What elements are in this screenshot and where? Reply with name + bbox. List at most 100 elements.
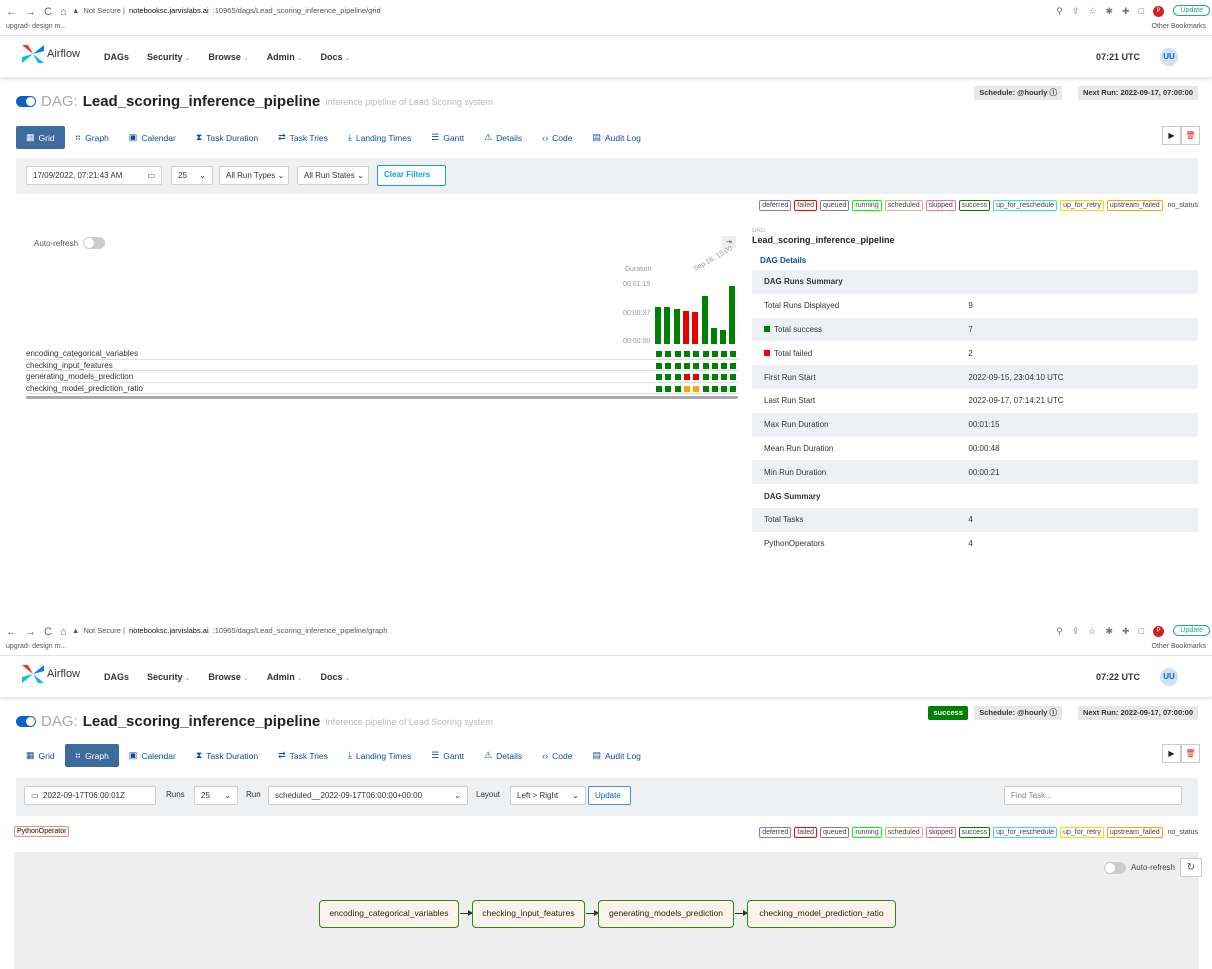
task-node-checking-ratio[interactable]: checking_model_prediction_ratio xyxy=(747,900,896,928)
tab-gantt[interactable]: ☰ Gantt xyxy=(421,126,474,149)
puzzle-icon[interactable]: ✚ xyxy=(1122,6,1130,17)
task-instance-square[interactable] xyxy=(656,374,662,380)
task-instance-square[interactable] xyxy=(693,362,700,369)
forward-icon[interactable]: → xyxy=(25,626,36,638)
run-bar[interactable] xyxy=(682,310,689,344)
task-instance-square[interactable] xyxy=(702,362,709,369)
run-state-select[interactable]: All Run States ⌄ xyxy=(297,166,369,185)
tab-task-tries[interactable]: ⇄ Task Tries xyxy=(268,126,338,149)
info-icon[interactable]: ⓘ xyxy=(1050,88,1058,97)
forward-icon[interactable]: → xyxy=(25,6,36,18)
tab-grid[interactable]: ▦ Grid xyxy=(16,744,65,767)
base-date-input[interactable]: 17/09/2022, 07:21:43 AM ▭ xyxy=(26,166,162,185)
reload-icon[interactable]: C xyxy=(44,626,52,638)
tab-calendar[interactable]: ▣ Calendar xyxy=(119,126,186,149)
menu-docs[interactable]: Docs xyxy=(321,672,351,682)
task-instance-square[interactable] xyxy=(656,351,662,357)
tab-details[interactable]: ⚠ Details xyxy=(474,126,532,149)
user-avatar[interactable]: UU xyxy=(1160,48,1178,66)
address-bar[interactable]: ▲ Not Secure | notebooksc.jarvislabs.ai:1… xyxy=(72,6,381,15)
task-instance-square[interactable] xyxy=(674,374,681,380)
run-bar[interactable] xyxy=(692,311,699,344)
task-node-generating-prediction[interactable]: generating_models_prediction xyxy=(598,900,734,928)
menu-dags[interactable]: DAGs xyxy=(104,52,129,62)
tab-landing-times[interactable]: ⤓ Landing Times xyxy=(338,126,421,149)
reload-icon[interactable]: C xyxy=(44,6,52,18)
auto-refresh-switch[interactable] xyxy=(83,237,106,249)
task-instance-square[interactable] xyxy=(693,351,700,357)
back-icon[interactable]: ← xyxy=(6,6,17,18)
task-instance-square[interactable] xyxy=(711,351,718,357)
menu-admin[interactable]: Admin xyxy=(267,52,303,62)
airflow-logo[interactable]: Airflow xyxy=(22,665,80,683)
trigger-dag-button[interactable]: ▶ xyxy=(1162,744,1181,763)
task-instance-square[interactable] xyxy=(730,385,737,392)
star-icon[interactable]: ☆ xyxy=(1088,6,1096,17)
menu-docs[interactable]: Docs xyxy=(321,52,351,62)
puzzle-icon[interactable]: ✚ xyxy=(1122,626,1130,637)
run-bar[interactable] xyxy=(720,330,727,344)
tab-calendar[interactable]: ▣ Calendar xyxy=(119,744,186,767)
tab-graph[interactable]: ⠶ Graph xyxy=(64,744,119,767)
run-type-select[interactable]: All Run Types ⌄ xyxy=(219,166,289,185)
task-instance-square[interactable] xyxy=(693,374,700,380)
task-instance-square[interactable] xyxy=(683,362,690,369)
update-graph-button[interactable]: Update xyxy=(588,786,631,805)
tab-code[interactable]: ‹› Code xyxy=(532,744,582,767)
run-select[interactable]: scheduled__2022-09-17T06:00:00+00:00 ⌄ xyxy=(268,786,468,805)
task-instance-square[interactable] xyxy=(674,351,681,357)
utc-clock[interactable]: 07:21 UTC xyxy=(1096,52,1140,62)
task-instance-square[interactable] xyxy=(683,385,690,392)
sidebar-icon[interactable]: □ xyxy=(1139,626,1144,637)
task-instance-square[interactable] xyxy=(665,351,672,357)
menu-browse[interactable]: Browse xyxy=(208,52,248,62)
profile-avatar[interactable]: P xyxy=(1153,6,1164,17)
extension-icon[interactable]: ✱ xyxy=(1105,626,1113,637)
bookmark-item[interactable]: upgrad- design m... xyxy=(6,23,66,30)
menu-browse[interactable]: Browse xyxy=(208,672,248,682)
home-icon[interactable]: ⌂ xyxy=(60,626,67,638)
run-bar[interactable] xyxy=(655,306,661,344)
menu-dags[interactable]: DAGs xyxy=(104,672,129,682)
back-icon[interactable]: ← xyxy=(6,626,17,638)
run-bar[interactable] xyxy=(673,309,680,344)
task-instance-square[interactable] xyxy=(711,385,718,392)
zoom-icon[interactable]: ⚲ xyxy=(1056,6,1063,17)
tab-audit-log[interactable]: ▤ Audit Log xyxy=(582,126,650,149)
task-instance-square[interactable] xyxy=(683,351,690,357)
task-instance-square[interactable] xyxy=(665,385,672,392)
auto-refresh-switch[interactable] xyxy=(1103,861,1126,874)
task-instance-square[interactable] xyxy=(674,385,681,392)
dag-pause-toggle[interactable] xyxy=(16,96,36,107)
task-row[interactable]: encoding_categorical_variables xyxy=(26,348,738,360)
delete-dag-button[interactable]: 🗑 xyxy=(1181,744,1200,763)
run-bar[interactable] xyxy=(664,306,671,344)
tab-audit-log[interactable]: ▤ Audit Log xyxy=(582,744,650,767)
task-instance-square[interactable] xyxy=(702,385,709,392)
graph-canvas[interactable]: encoding_categorical_variables checking_… xyxy=(14,852,1199,969)
num-runs-select[interactable]: 25 ⌄ xyxy=(194,786,238,805)
other-bookmarks[interactable]: Other Bookmarks xyxy=(1152,643,1206,650)
tab-task-duration[interactable]: ⧗ Task Duration xyxy=(186,126,268,149)
task-instance-square[interactable] xyxy=(656,362,662,369)
utc-clock[interactable]: 07:22 UTC xyxy=(1096,672,1140,682)
run-bar[interactable] xyxy=(710,327,717,344)
menu-security[interactable]: Security xyxy=(147,52,190,62)
info-icon[interactable]: ⓘ xyxy=(1050,708,1058,717)
clear-filters-button[interactable]: Clear Filters xyxy=(377,165,446,186)
dag-pause-toggle[interactable] xyxy=(16,716,36,727)
address-bar[interactable]: ▲ Not Secure | notebooksc.jarvislabs.ai:1… xyxy=(72,626,387,635)
task-instance-square[interactable] xyxy=(721,362,728,369)
task-instance-square[interactable] xyxy=(711,374,718,380)
task-instance-square[interactable] xyxy=(702,374,709,380)
airflow-logo[interactable]: Airflow xyxy=(22,45,80,63)
task-row[interactable]: generating_models_prediction xyxy=(26,371,738,383)
run-bar[interactable] xyxy=(701,296,708,344)
home-icon[interactable]: ⌂ xyxy=(60,6,67,18)
task-instance-square[interactable] xyxy=(702,351,709,357)
tab-graph[interactable]: ⠶ Graph xyxy=(65,126,119,149)
tab-grid[interactable]: ▦ Grid xyxy=(16,126,65,149)
user-avatar[interactable]: UU xyxy=(1160,668,1178,686)
tab-gantt[interactable]: ☰ Gantt xyxy=(421,744,474,767)
task-instance-square[interactable] xyxy=(656,385,662,392)
